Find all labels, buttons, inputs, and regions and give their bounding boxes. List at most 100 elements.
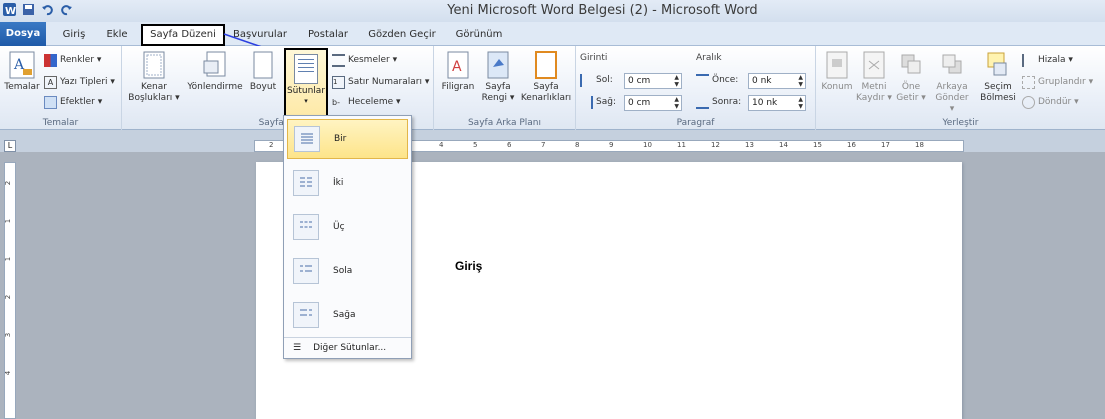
position-icon [823, 50, 851, 80]
spacing-before-icon [696, 73, 709, 87]
column-option-bir[interactable]: Bir [287, 119, 408, 159]
sonra-value: 10 nk [752, 98, 778, 108]
spin-arrows-icon[interactable]: ▲ ▼ [798, 96, 803, 110]
ruler-tick: 4 [439, 141, 444, 149]
aralik-sonra-label: Sonra: [696, 94, 741, 110]
sayfa-label-2: Sayfa [533, 82, 559, 92]
option-label: Diğer Sütunlar... [313, 343, 387, 353]
hizala-button[interactable]: Hizala ▾ [1022, 52, 1073, 68]
svg-text:A: A [452, 59, 462, 75]
size-icon [249, 50, 277, 80]
secim-bolmesi-button[interactable]: Seçim Bölmesi [978, 50, 1018, 104]
girinti-sol-input[interactable]: 0 cm ▲ ▼ [624, 73, 682, 89]
column-option-uc[interactable]: Üç [287, 207, 408, 247]
ruler-tick: 7 [541, 141, 546, 149]
breaks-icon [332, 53, 345, 67]
dondur-button[interactable]: Döndür ▾ [1022, 94, 1079, 110]
one-getir-button[interactable]: Öne Getir ▾ [894, 50, 928, 104]
ruler-tick: 6 [507, 141, 512, 149]
more-columns-option[interactable]: ☰ Diğer Sütunlar... [287, 338, 408, 358]
sag-text: Sağ: [596, 97, 616, 107]
boyut-button[interactable]: Boyut [248, 50, 278, 93]
one-column-icon [294, 126, 320, 152]
renkler-button[interactable]: Renkler ▾ [44, 52, 101, 68]
temalar-label: Temalar [4, 82, 40, 92]
dondur-label: Döndür ▾ [1038, 97, 1079, 107]
column-option-saga[interactable]: Sağa [287, 295, 408, 335]
line-numbers-icon: 1 [332, 75, 345, 89]
once-text: Önce: [712, 75, 739, 85]
sutunlar-label: Sütunlar [286, 86, 326, 96]
girinti-sag-input[interactable]: 0 cm ▲ ▼ [624, 95, 682, 111]
spin-arrows-icon[interactable]: ▲ ▼ [674, 74, 679, 88]
group-icon [1022, 75, 1035, 89]
ruler-tick: 8 [575, 141, 580, 149]
group-paragraf: Girinti Sol: 0 cm ▲ ▼ Sağ: 0 cm ▲ ▼ Aralık Ö… [576, 46, 816, 130]
effects-icon [44, 95, 57, 109]
group-temalar: A Temalar Renkler ▾ A Yazı Tipleri ▾ Efek… [0, 46, 122, 130]
rengi-label: Rengi ▾ [481, 93, 515, 103]
indent-right-icon [580, 95, 593, 109]
aralik-once-input[interactable]: 0 nk ▲ ▼ [748, 73, 806, 89]
konum-label: Konum [821, 82, 853, 92]
sol-value: 0 cm [628, 76, 651, 86]
ruler-tick: 1 [4, 218, 13, 224]
ruler-tick: 10 [643, 141, 652, 149]
filigran-button[interactable]: A Filigran [438, 50, 478, 93]
column-option-iki[interactable]: İki [287, 163, 408, 203]
arkaya-gonder-button[interactable]: Arkaya Gönder ▾ [932, 50, 972, 115]
kenarliklari-label: Kenarlıkları [520, 93, 572, 103]
sayfa-label-1: Sayfa [485, 82, 511, 92]
indent-left-icon [580, 73, 593, 87]
sol-text: Sol: [596, 75, 613, 85]
sayfa-kenarliklari-button[interactable]: Sayfa Kenarlıkları [518, 50, 574, 104]
page-borders-icon [532, 50, 560, 80]
satir-numaralari-button[interactable]: 1 Satır Numaraları ▾ [332, 74, 429, 90]
renkler-label: Renkler ▾ [60, 55, 102, 65]
temalar-button[interactable]: A Temalar [4, 50, 40, 93]
right-column-icon [293, 302, 319, 328]
aralik-sonra-input[interactable]: 10 nk ▲ ▼ [748, 95, 806, 111]
heceleme-button[interactable]: b‑ Heceleme ▾ [332, 94, 401, 110]
girinti-sol-label: Sol: [580, 72, 613, 88]
ruler-tick: 9 [609, 141, 614, 149]
sayfa-rengi-button[interactable]: Sayfa Rengi ▾ [480, 50, 516, 104]
yonlendirme-button[interactable]: Yönlendirme [184, 50, 246, 93]
document-heading[interactable]: Giriş [455, 259, 482, 273]
group-label-yerlestir: Yerleştir [942, 118, 979, 128]
columns-dropdown: Bir İki Üç Sola Sağa ☰ Diğer Sütunlar... [283, 115, 412, 359]
kenar-bosluklari-button[interactable]: Kenar Boşlukları ▾ [126, 50, 182, 104]
metni-kaydir-button[interactable]: Metni Kaydır ▾ [856, 50, 892, 104]
themes-icon: A [8, 50, 36, 80]
ruler-tick: 16 [847, 141, 856, 149]
bring-forward-icon [897, 50, 925, 80]
margins-icon [140, 50, 168, 80]
aralik-once-label: Önce: [696, 72, 738, 88]
metni-label: Metni [861, 82, 887, 92]
yazi-tipleri-button[interactable]: A Yazı Tipleri ▾ [44, 74, 115, 90]
fonts-icon: A [44, 75, 57, 89]
kesmeler-button[interactable]: Kesmeler ▾ [332, 52, 397, 68]
konum-button[interactable]: Konum [820, 50, 854, 93]
group-yerlestir: Konum Metni Kaydır ▾ Öne Getir ▾ Arkaya … [816, 46, 1105, 130]
align-icon [1022, 53, 1035, 67]
orientation-icon [201, 50, 229, 80]
getir-label: Getir ▾ [896, 93, 926, 103]
yazi-tipleri-label: Yazı Tipleri ▾ [60, 77, 115, 87]
bosluklari-label: Boşlukları ▾ [128, 93, 180, 103]
spin-arrows-icon[interactable]: ▲ ▼ [674, 96, 679, 110]
ruler-tick: 5 [473, 141, 478, 149]
two-columns-icon [293, 170, 319, 196]
gruplandir-button[interactable]: Gruplandır ▾ [1022, 74, 1093, 90]
column-option-sola[interactable]: Sola [287, 251, 408, 291]
satir-label: Satır Numaraları ▾ [348, 77, 430, 87]
efektler-button[interactable]: Efektler ▾ [44, 94, 102, 110]
ruler-tick: 4 [4, 370, 13, 376]
ruler-tick: 2 [4, 294, 13, 300]
ruler-tick: 2 [4, 180, 13, 186]
vertical-ruler[interactable]: 2 1 1 2 3 4 [4, 162, 16, 419]
more-columns-icon: ☰ [293, 343, 302, 353]
tab-selector-icon[interactable]: L [4, 140, 16, 152]
spin-arrows-icon[interactable]: ▲ ▼ [798, 74, 803, 88]
selection-pane-icon [984, 50, 1012, 80]
